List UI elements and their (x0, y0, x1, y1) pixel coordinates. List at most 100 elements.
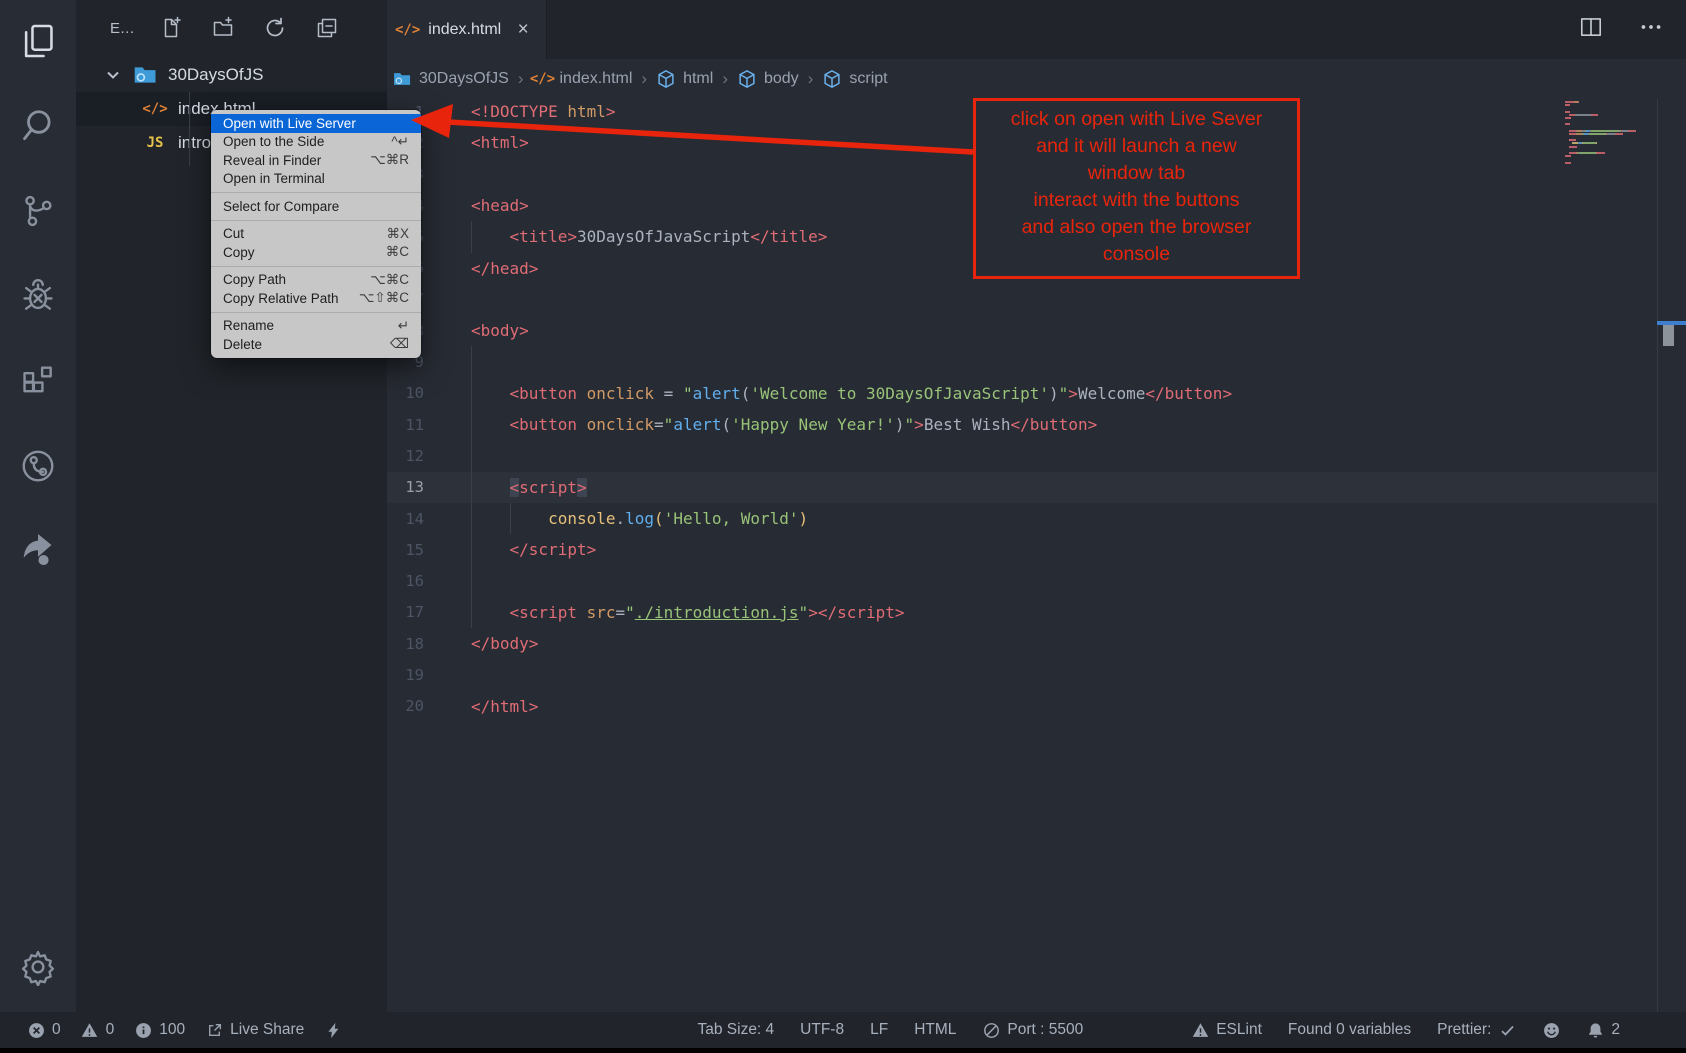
chevron-down-icon[interactable] (103, 65, 123, 85)
menu-item-shortcut: ⌘C (386, 244, 409, 260)
code-line[interactable]: 8<body> (387, 315, 1657, 346)
menu-item-shortcut: ⌥⌘C (370, 272, 409, 288)
refresh-icon[interactable] (261, 14, 289, 42)
breadcrumb-label: html (683, 70, 713, 88)
status-item-tab-size-4[interactable]: Tab Size: 4 (697, 1021, 774, 1039)
minimap-line (1565, 136, 1651, 138)
activity-extensions-icon[interactable] (17, 360, 59, 402)
status-item-port-5500[interactable]: Port : 5500 (982, 1021, 1083, 1039)
minimap-line (1565, 114, 1651, 116)
code-line[interactable]: 20 </html> (387, 691, 1657, 722)
code-text: <html> (471, 133, 529, 152)
minimap-line (1565, 152, 1651, 154)
status-item-label: Prettier: (1437, 1021, 1491, 1039)
code-line[interactable]: 10 <button onclick = "alert('Welcome to … (387, 378, 1657, 409)
activity-source-control-icon[interactable] (17, 190, 59, 232)
minimap-line (1565, 123, 1651, 125)
line-number: 20 (387, 697, 424, 715)
annotation-text: and also open the browser (976, 214, 1297, 241)
menu-item-copy-relative-path[interactable]: Copy Relative Path⌥⇧⌘C (211, 289, 421, 308)
breadcrumb-item-script[interactable]: script (822, 69, 887, 89)
code-text: <body> (471, 321, 529, 340)
menu-item-delete[interactable]: Delete⌫ (211, 335, 421, 354)
breadcrumb-item-index-html[interactable]: </>index.html (532, 69, 632, 89)
activity-gear-icon[interactable] (17, 946, 59, 988)
minimap-line (1565, 127, 1651, 129)
minimap-line (1565, 101, 1651, 103)
activity-live-share-activity-icon[interactable] (17, 445, 59, 487)
close-icon[interactable]: × (513, 19, 533, 41)
new-folder-icon[interactable] (209, 14, 237, 42)
status-item-prettier[interactable]: Prettier: (1437, 1021, 1516, 1039)
menu-separator (211, 192, 421, 193)
status-bar: 0 0 100 Live Share Tab Size: 4 UTF-8 LF HTML Po… (0, 1012, 1686, 1048)
activity-search-icon[interactable] (17, 105, 59, 147)
minimap-line (1565, 111, 1651, 113)
code-text: </html> (471, 697, 538, 716)
activity-files-icon[interactable] (17, 20, 59, 62)
more-actions-icon[interactable] (1638, 14, 1664, 45)
status-item-label: Found 0 variables (1288, 1021, 1411, 1039)
code-line[interactable]: 12 (387, 440, 1657, 471)
collapse-all-icon[interactable] (313, 14, 341, 42)
status-item-html[interactable]: HTML (914, 1021, 956, 1039)
menu-item-label: Open with Live Server (223, 116, 409, 131)
menu-item-copy[interactable]: Copy⌘C (211, 243, 421, 262)
breadcrumb-item-body[interactable]: body (737, 69, 799, 89)
vscode-window: E... 30DaysOfJS</>index.htmlJSintroducti… (0, 0, 1686, 1053)
code-line[interactable]: 19 (387, 659, 1657, 690)
status-item-utf-8[interactable]: UTF-8 (800, 1021, 844, 1039)
status-item-0[interactable]: 0 (27, 1021, 61, 1039)
tab-index-html[interactable]: </> index.html × (387, 0, 547, 59)
menu-item-reveal-in-finder[interactable]: Reveal in Finder⌥⌘R (211, 151, 421, 170)
status-item-label: Tab Size: 4 (697, 1021, 774, 1039)
menu-item-cut[interactable]: Cut⌘X (211, 225, 421, 244)
menu-item-open-with-live-server[interactable]: Open with Live Server (211, 114, 421, 133)
status-item-smiley-icon[interactable] (1542, 1021, 1560, 1039)
code-line[interactable]: 13 <script> (387, 472, 1657, 503)
menu-item-open-in-terminal[interactable]: Open in Terminal (211, 170, 421, 189)
code-line[interactable]: 14 console.log('Hello, World') (387, 503, 1657, 534)
status-item-2[interactable]: 2 (1586, 1021, 1620, 1039)
new-file-icon[interactable] (157, 14, 185, 42)
status-item-found-0-variables[interactable]: Found 0 variables (1288, 1021, 1411, 1039)
code-line[interactable]: 17 <script src="./introduction.js"></scr… (387, 597, 1657, 628)
js-file-icon: JS (142, 132, 168, 154)
code-text: </body> (471, 634, 538, 653)
status-item-0[interactable]: 0 (81, 1021, 115, 1039)
menu-item-open-to-the-side[interactable]: Open to the Side^↵ (211, 133, 421, 152)
symbol-cube-icon (737, 69, 757, 89)
breadcrumb: 30DaysOfJS›</>index.html›html›body›scrip… (392, 59, 1652, 99)
breadcrumb-item-html[interactable]: html (656, 69, 713, 89)
status-item-100[interactable]: 100 (134, 1021, 185, 1039)
minimap-line (1565, 158, 1651, 160)
menu-item-copy-path[interactable]: Copy Path⌥⌘C (211, 271, 421, 290)
code-line[interactable]: 11 <button onclick="alert('Happy New Yea… (387, 409, 1657, 440)
status-item-eslint[interactable]: ESLint (1191, 1021, 1262, 1039)
minimap[interactable] (1565, 101, 1651, 165)
menu-item-label: Cut (223, 226, 386, 241)
annotation-text: interact with the buttons (976, 187, 1297, 214)
bottom-edge (0, 1048, 1686, 1053)
tree-item-30daysofjs[interactable]: 30DaysOfJS (76, 58, 387, 92)
code-line[interactable]: 18</body> (387, 628, 1657, 659)
activity-debug-icon[interactable] (17, 275, 59, 317)
menu-item-select-for-compare[interactable]: Select for Compare (211, 197, 421, 216)
smiley-icon (1542, 1021, 1560, 1039)
menu-item-label: Reveal in Finder (223, 153, 370, 168)
code-line[interactable]: 7 (387, 284, 1657, 315)
status-item-lf[interactable]: LF (870, 1021, 888, 1039)
breadcrumb-item-30daysofjs[interactable]: 30DaysOfJS (392, 69, 509, 89)
code-line[interactable]: 16 (387, 565, 1657, 596)
status-item-live-share[interactable]: Live Share (205, 1021, 304, 1039)
split-editor-icon[interactable] (1578, 14, 1604, 45)
status-item-lightning-icon[interactable] (324, 1021, 342, 1039)
menu-item-rename[interactable]: Rename↵ (211, 317, 421, 336)
eslint-warning-icon (1191, 1021, 1209, 1039)
code-line[interactable]: 9 (387, 346, 1657, 377)
code-line[interactable]: 15 </script> (387, 534, 1657, 565)
scrollbar-thumb[interactable] (1663, 325, 1674, 346)
menu-item-label: Open to the Side (223, 134, 391, 149)
activity-share-extension-icon[interactable] (17, 528, 59, 570)
folder-icon (392, 69, 412, 89)
